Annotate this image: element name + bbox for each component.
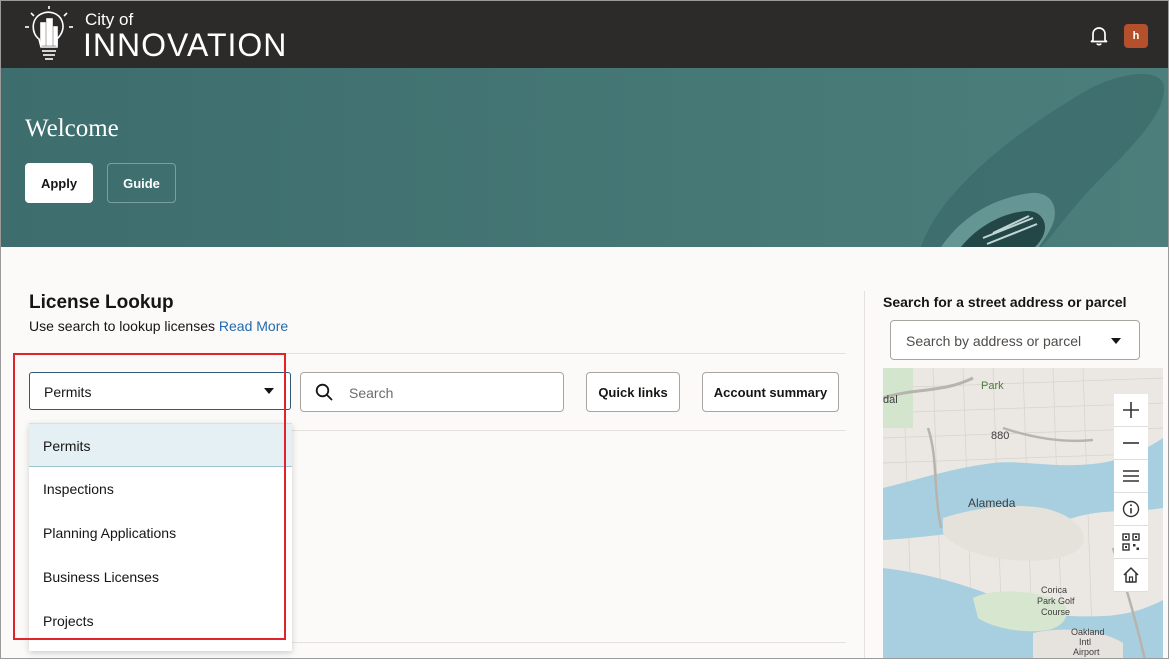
- chevron-down-icon: [1111, 338, 1121, 344]
- license-type-dropdown: Permits Inspections Planning Application…: [29, 423, 292, 651]
- app-window: City of INNOVATION h Welcome Apply Guide…: [0, 0, 1169, 659]
- map-label-oakland: Oakland: [1071, 627, 1105, 637]
- license-type-select[interactable]: Permits: [29, 372, 291, 410]
- dropdown-option-permits[interactable]: Permits: [29, 423, 292, 467]
- qr-code-icon[interactable]: [1114, 526, 1148, 559]
- dropdown-option-inspections[interactable]: Inspections: [29, 467, 292, 511]
- top-bar: City of INNOVATION h: [1, 1, 1168, 68]
- read-more-link[interactable]: Read More: [219, 318, 288, 334]
- zoom-in-icon[interactable]: [1114, 394, 1148, 427]
- lightbulb-city-icon: [25, 6, 73, 60]
- panel-divider: [864, 291, 865, 658]
- account-summary-button[interactable]: Account summary: [702, 372, 839, 412]
- welcome-heading: Welcome: [25, 115, 119, 142]
- map-label-corica: Corica: [1041, 585, 1068, 595]
- apply-button[interactable]: Apply: [25, 163, 93, 203]
- map-label-alameda: Alameda: [968, 496, 1016, 510]
- home-icon[interactable]: [1114, 559, 1148, 592]
- selected-type-value: Permits: [44, 384, 92, 400]
- search-input[interactable]: [347, 381, 551, 405]
- quick-links-button[interactable]: Quick links: [586, 372, 680, 412]
- info-icon[interactable]: [1114, 493, 1148, 526]
- map-label-dal: dal: [883, 394, 898, 406]
- map-label-airport: Airport: [1073, 647, 1100, 657]
- license-lookup-subtitle: Use search to lookup licenses Read More: [29, 318, 288, 334]
- search-box[interactable]: [300, 372, 564, 412]
- dropdown-option-planning-applications[interactable]: Planning Applications: [29, 511, 292, 555]
- map-label-course: Course: [1041, 607, 1071, 617]
- search-icon: [315, 383, 333, 401]
- island-graphic: [921, 73, 1165, 247]
- subtitle-text: Use search to lookup licenses: [29, 318, 215, 334]
- map-search-title: Search for a street address or parcel: [883, 294, 1127, 310]
- map-label-park: Park: [981, 380, 1004, 392]
- map-toolbar: [1114, 394, 1148, 592]
- logo-innovation: INNOVATION: [83, 27, 288, 63]
- map-label-park-golf: Park Golf: [1037, 596, 1075, 606]
- map-label-880: 880: [991, 430, 1010, 442]
- welcome-banner: Welcome Apply Guide: [1, 68, 1168, 247]
- dropdown-option-projects[interactable]: Projects: [29, 599, 292, 643]
- zoom-out-icon[interactable]: [1114, 427, 1148, 460]
- user-avatar[interactable]: h: [1124, 24, 1148, 48]
- address-placeholder: Search by address or parcel: [906, 333, 1082, 349]
- layers-list-icon[interactable]: [1114, 460, 1148, 493]
- bell-icon[interactable]: [1088, 25, 1110, 47]
- address-search-select[interactable]: Search by address or parcel: [890, 320, 1140, 360]
- divider: [29, 353, 846, 354]
- logo-city-of: City of: [85, 10, 134, 29]
- license-lookup-title: License Lookup: [29, 292, 174, 313]
- chevron-down-icon: [264, 388, 274, 394]
- dropdown-option-business-licenses[interactable]: Business Licenses: [29, 555, 292, 599]
- map-label-intl: Intl: [1079, 637, 1092, 647]
- guide-button[interactable]: Guide: [107, 163, 176, 203]
